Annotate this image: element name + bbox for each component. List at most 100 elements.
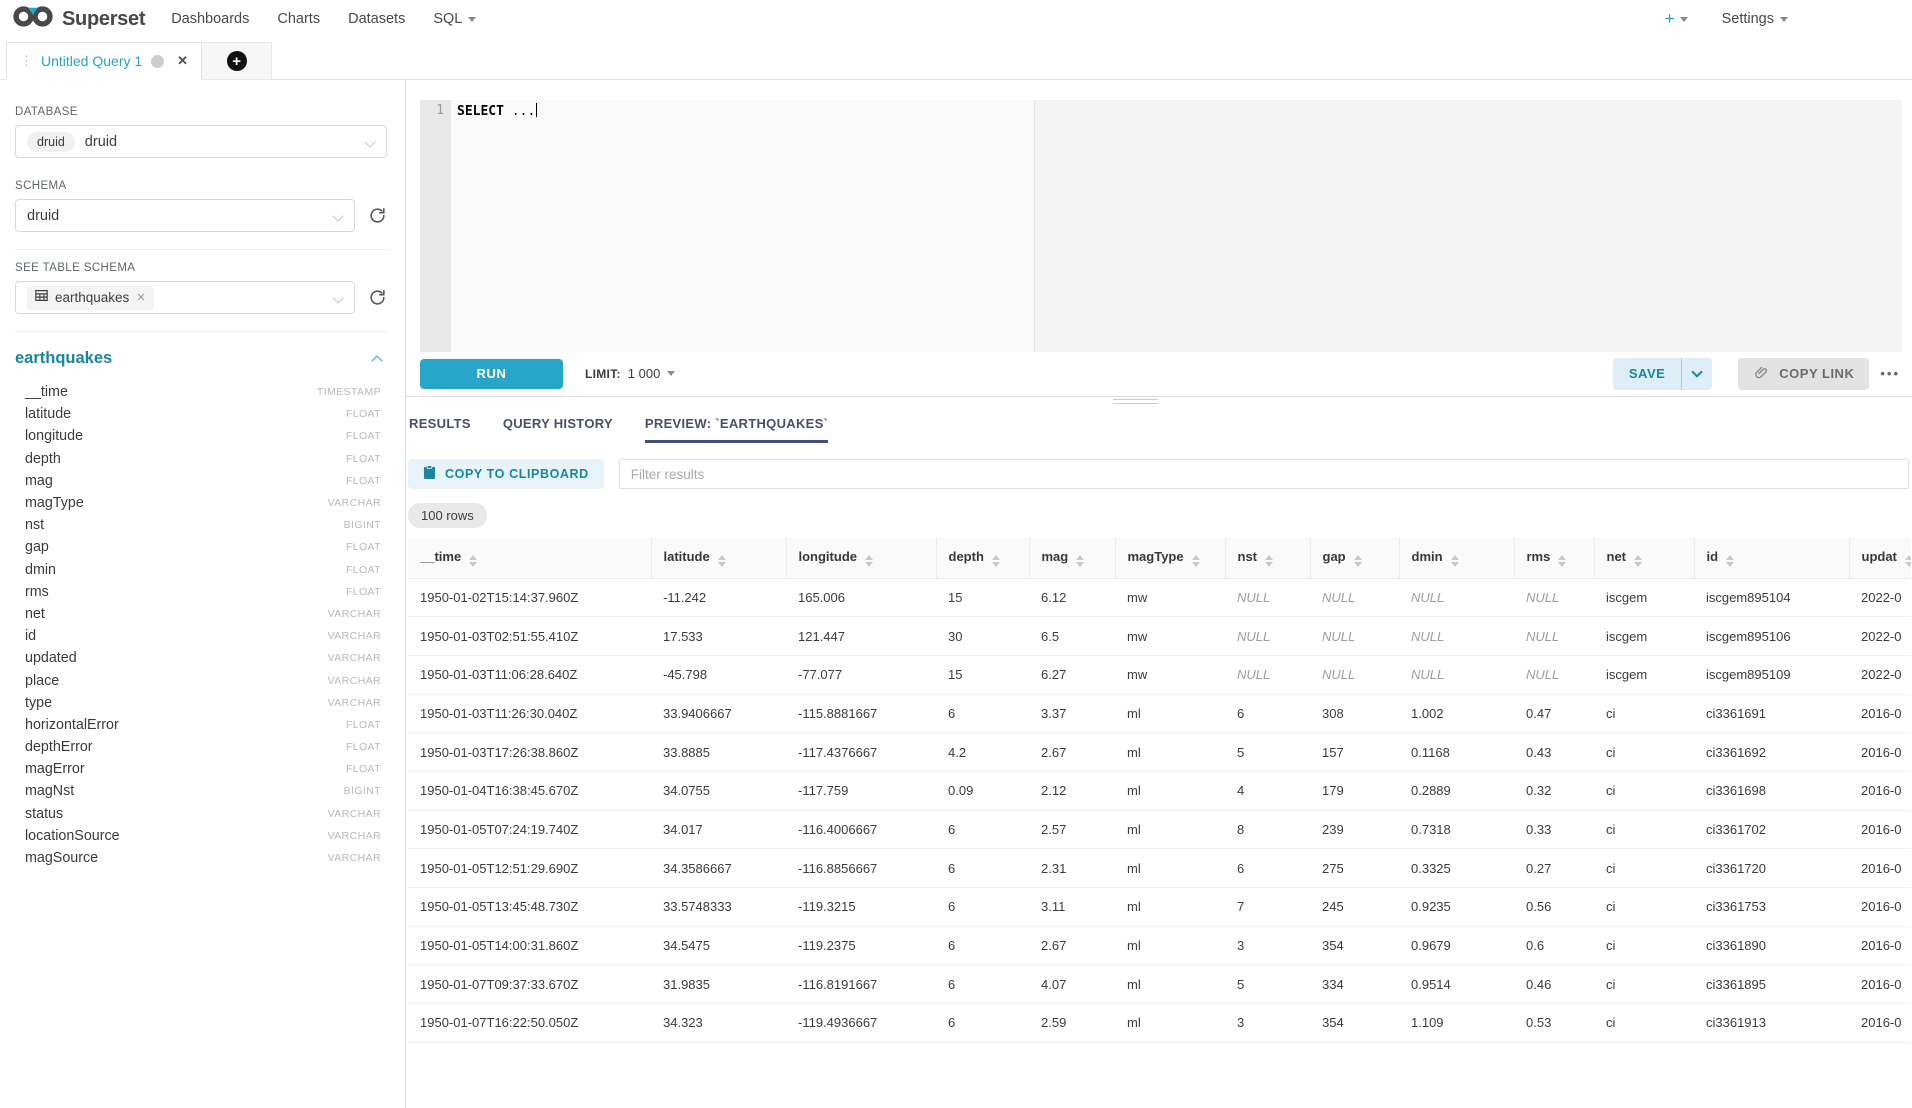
grid-cell: iscgem xyxy=(1594,655,1694,694)
sort-icon[interactable] xyxy=(718,555,726,567)
grid-header-cell[interactable]: dmin xyxy=(1399,538,1514,578)
grid-cell: 0.7318 xyxy=(1399,810,1514,849)
sort-icon[interactable] xyxy=(469,555,477,567)
column-name: id xyxy=(25,628,36,644)
grid-header-cell[interactable]: net xyxy=(1594,538,1694,578)
database-select[interactable]: druid druid xyxy=(15,125,387,158)
save-button[interactable]: SAVE xyxy=(1613,366,1681,381)
schema-select[interactable]: druid xyxy=(15,199,355,232)
superset-logo[interactable]: Superset xyxy=(12,5,145,33)
grid-cell: NULL xyxy=(1399,578,1514,617)
chevron-up-icon[interactable] xyxy=(371,355,382,366)
grid-cell: 245 xyxy=(1310,888,1399,927)
table-schema-header[interactable]: earthquakes xyxy=(15,349,387,368)
editor-toolbar: RUN LIMIT: 1 000 SAVE COPY LINK xyxy=(406,351,1912,396)
grid-cell: 2022-0 xyxy=(1849,578,1911,617)
run-button[interactable]: RUN xyxy=(420,359,563,389)
table-value: earthquakes xyxy=(55,290,129,305)
grid-header-label: __time xyxy=(420,549,461,564)
results-tab-results[interactable]: RESULTS xyxy=(409,416,471,443)
grid-cell: 6.12 xyxy=(1029,578,1115,617)
grid-cell: 6 xyxy=(936,694,1029,733)
sort-icon[interactable] xyxy=(1265,555,1273,567)
grid-header-cell[interactable]: updat xyxy=(1849,538,1911,578)
grid-cell: -77.077 xyxy=(786,655,936,694)
sort-icon[interactable] xyxy=(1354,555,1362,567)
nav-item-sql[interactable]: SQL xyxy=(433,11,476,27)
schema-column-row: longitudeFLOAT xyxy=(15,425,387,447)
grid-cell: 179 xyxy=(1310,771,1399,810)
nav-menu: Dashboards Charts Datasets SQL xyxy=(171,11,476,27)
grid-header-cell[interactable]: longitude xyxy=(786,538,936,578)
sort-icon[interactable] xyxy=(1905,555,1911,567)
filter-results-input[interactable] xyxy=(619,459,1909,489)
grid-cell: 33.9406667 xyxy=(651,694,786,733)
sqllab-sidebar: DATABASE druid druid SCHEMA druid SEE TA… xyxy=(0,80,406,1108)
grid-cell: ml xyxy=(1115,888,1225,927)
sort-icon[interactable] xyxy=(1451,555,1459,567)
sort-icon[interactable] xyxy=(1634,555,1642,567)
copy-to-clipboard-button[interactable]: COPY TO CLIPBOARD xyxy=(408,459,604,489)
column-name: magSource xyxy=(25,850,98,866)
pane-resize-handle[interactable] xyxy=(1113,396,1158,404)
grid-header-cell[interactable]: rms xyxy=(1514,538,1594,578)
column-name: depth xyxy=(25,451,61,467)
column-name: gap xyxy=(25,539,49,555)
grid-cell: NULL xyxy=(1399,617,1514,656)
grid-cell: -119.3215 xyxy=(786,888,936,927)
sort-icon[interactable] xyxy=(992,555,1000,567)
column-type: BIGINT xyxy=(344,785,381,797)
column-type: VARCHAR xyxy=(328,675,381,687)
sort-icon[interactable] xyxy=(1076,555,1084,567)
editor-code[interactable]: SELECT ... xyxy=(451,100,1902,352)
grid-header-cell[interactable]: mag xyxy=(1029,538,1115,578)
column-type: VARCHAR xyxy=(328,697,381,709)
sort-asc-icon xyxy=(1192,555,1200,560)
more-actions-button[interactable]: ••• xyxy=(1880,366,1900,381)
remove-table-icon[interactable]: ✕ xyxy=(136,291,145,304)
column-type: BIGINT xyxy=(344,519,381,531)
nav-item-datasets[interactable]: Datasets xyxy=(348,11,405,27)
grid-cell: 0.09 xyxy=(936,771,1029,810)
grid-cell: 275 xyxy=(1310,849,1399,888)
nav-item-dashboards[interactable]: Dashboards xyxy=(171,11,249,27)
limit-dropdown[interactable]: LIMIT: 1 000 xyxy=(585,366,675,381)
sort-icon[interactable] xyxy=(1192,555,1200,567)
grid-header-cell[interactable]: id xyxy=(1694,538,1849,578)
limit-label: LIMIT: xyxy=(585,367,621,381)
sort-asc-icon xyxy=(1451,555,1459,560)
tab-untitled-query[interactable]: ⋮ Untitled Query 1 ✕ xyxy=(6,42,202,80)
sort-icon[interactable] xyxy=(865,555,873,567)
grid-cell: 121.447 xyxy=(786,617,936,656)
grid-header-cell[interactable]: gap xyxy=(1310,538,1399,578)
close-icon[interactable]: ✕ xyxy=(177,53,188,69)
save-options-button[interactable] xyxy=(1682,372,1712,376)
refresh-tables-button[interactable] xyxy=(368,288,387,307)
results-tab-preview-earthquakes[interactable]: PREVIEW: `EARTHQUAKES` xyxy=(645,416,828,443)
new-query-tab[interactable]: + xyxy=(202,42,272,80)
sort-icon[interactable] xyxy=(1726,555,1734,567)
copy-link-button[interactable]: COPY LINK xyxy=(1738,358,1869,390)
grid-cell: 1950-01-07T16:22:50.050Z xyxy=(408,1004,651,1043)
refresh-schema-button[interactable] xyxy=(368,206,387,225)
grid-header-cell[interactable]: depth xyxy=(936,538,1029,578)
results-tab-query-history[interactable]: QUERY HISTORY xyxy=(503,416,613,443)
top-navbar: Superset Dashboards Charts Datasets SQL + S… xyxy=(0,0,1912,38)
drag-handle-icon[interactable]: ⋮ xyxy=(20,56,32,66)
table-select[interactable]: earthquakes ✕ xyxy=(15,281,355,314)
schema-value: druid xyxy=(27,208,59,224)
grid-cell: 6.27 xyxy=(1029,655,1115,694)
sort-asc-icon xyxy=(718,555,726,560)
sql-text: ... xyxy=(512,104,535,119)
grid-cell: ml xyxy=(1115,926,1225,965)
sort-icon[interactable] xyxy=(1558,555,1566,567)
grid-header-cell[interactable]: latitude xyxy=(651,538,786,578)
sort-desc-icon xyxy=(1726,562,1734,567)
sql-editor[interactable]: 1 SELECT ... xyxy=(420,100,1902,352)
nav-item-charts[interactable]: Charts xyxy=(277,11,320,27)
settings-menu[interactable]: Settings xyxy=(1722,11,1788,27)
grid-header-cell[interactable]: magType xyxy=(1115,538,1225,578)
grid-header-cell[interactable]: __time xyxy=(408,538,651,578)
new-item-dropdown[interactable]: + xyxy=(1665,9,1688,29)
grid-header-cell[interactable]: nst xyxy=(1225,538,1310,578)
